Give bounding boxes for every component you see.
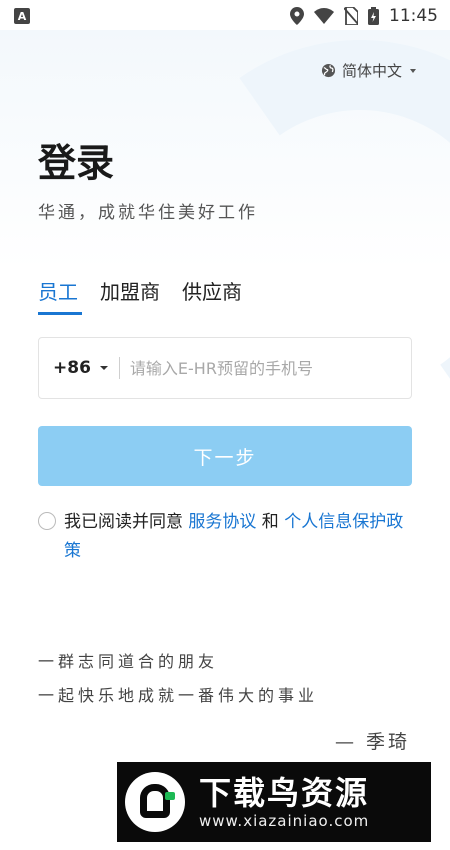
- bird-logo-icon: [125, 772, 185, 832]
- watermark-url: www.xiazainiao.com: [199, 812, 370, 830]
- caret-down-icon: [99, 366, 108, 370]
- globe-icon: [321, 63, 336, 78]
- caret-down-icon: [410, 68, 416, 73]
- tab-supplier[interactable]: 供应商: [182, 276, 242, 315]
- agreement-text: 我已阅读并同意 服务协议 和 个人信息保护政策: [64, 508, 418, 566]
- country-code-label: +86: [53, 358, 91, 378]
- watermark-title: 下载鸟资源: [199, 774, 370, 812]
- agree-radio[interactable]: [38, 512, 56, 530]
- phone-field: +86: [38, 337, 412, 399]
- bird-logo-icon-beak: [165, 792, 175, 800]
- agreement-row: 我已阅读并同意 服务协议 和 个人信息保护政策: [38, 508, 418, 566]
- wifi-icon: [314, 8, 334, 24]
- quote-line-2: 一起快乐地成就一番伟大的事业: [38, 686, 319, 705]
- tab-franchisee[interactable]: 加盟商: [100, 276, 160, 315]
- watermark-banner: 下载鸟资源 www.xiazainiao.com: [117, 762, 431, 842]
- status-bar: A 11:45: [0, 0, 450, 32]
- agreement-prefix: 我已阅读并同意: [64, 512, 189, 532]
- service-agreement-link[interactable]: 服务协议: [188, 512, 256, 532]
- next-button[interactable]: 下一步: [38, 426, 412, 486]
- agreement-and: 和: [256, 512, 285, 532]
- battery-charging-icon: [368, 7, 379, 25]
- language-label: 简体中文: [341, 62, 402, 80]
- notification-a-icon: A: [14, 8, 30, 24]
- quote-signature: — 季琦: [334, 731, 410, 753]
- bird-logo-icon-body: [140, 784, 170, 818]
- status-time: 11:45: [389, 6, 438, 26]
- location-icon: [290, 7, 304, 25]
- phone-input[interactable]: [129, 358, 397, 378]
- no-sim-icon: [344, 7, 358, 25]
- language-selector[interactable]: 简体中文: [321, 60, 418, 81]
- watermark-text: 下载鸟资源 www.xiazainiao.com: [199, 774, 369, 830]
- country-code-selector[interactable]: +86: [53, 358, 109, 378]
- user-type-tabs: 员工 加盟商 供应商: [38, 276, 242, 315]
- field-divider: [118, 357, 120, 379]
- page-subtitle: 华通，成就华住美好工作: [38, 203, 258, 223]
- quote-line-1: 一群志同道合的朋友: [38, 652, 219, 671]
- page-title: 登录: [38, 141, 115, 185]
- tab-employee[interactable]: 员工: [38, 276, 82, 315]
